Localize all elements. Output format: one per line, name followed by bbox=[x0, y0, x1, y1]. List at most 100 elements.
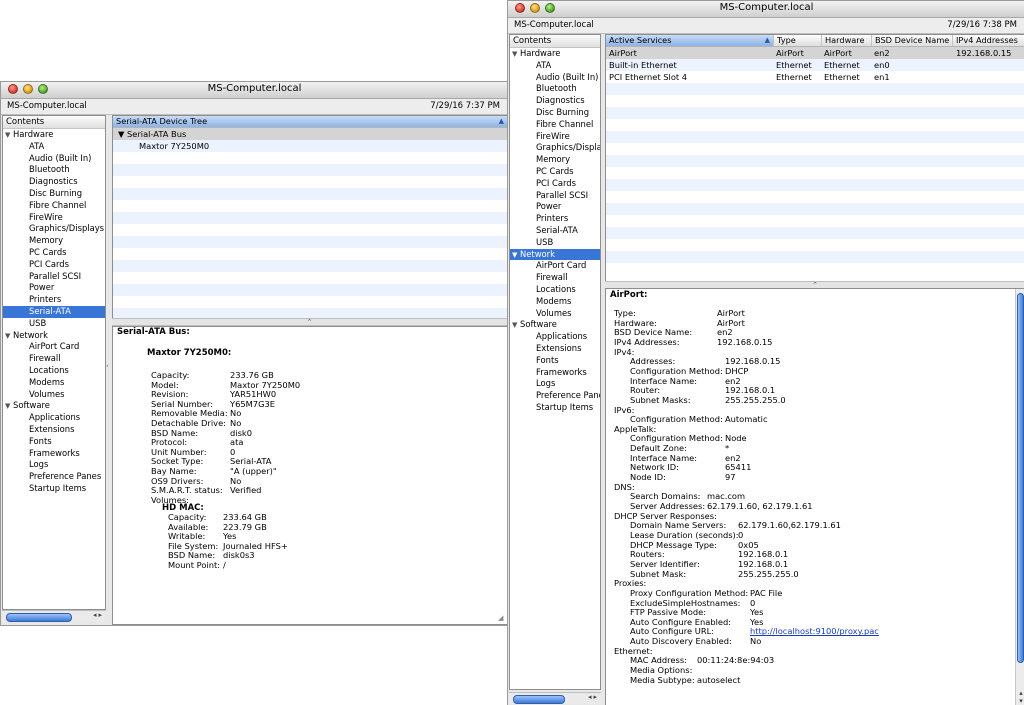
sidebar-item-pci-cards[interactable]: PCI Cards bbox=[3, 259, 105, 271]
sidebar-item-pci-cards[interactable]: PCI Cards bbox=[510, 178, 600, 190]
column-header-type[interactable]: Type bbox=[774, 35, 822, 46]
sidebar-item-label: Fonts bbox=[29, 435, 52, 446]
sidebar-item-locations[interactable]: Locations bbox=[3, 365, 105, 377]
sidebar-item-printers[interactable]: Printers bbox=[3, 294, 105, 306]
disclosure-triangle-icon[interactable]: ▼ bbox=[5, 401, 13, 413]
sidebar-item-memory[interactable]: Memory bbox=[510, 154, 600, 166]
sidebar-item-audio-built-in[interactable]: Audio (Built In) bbox=[510, 72, 600, 84]
sidebar-item-audio-built-in[interactable]: Audio (Built In) bbox=[3, 153, 105, 165]
sidebar-item-bluetooth[interactable]: Bluetooth bbox=[3, 164, 105, 176]
sidebar-item-graphics-displays[interactable]: Graphics/Displays bbox=[3, 223, 105, 235]
service-row[interactable]: Built-in Ethernet Ethernet Ethernet en0 bbox=[606, 59, 1024, 71]
sidebar-item-frameworks[interactable]: Frameworks bbox=[510, 367, 600, 379]
sidebar-item-power[interactable]: Power bbox=[3, 282, 105, 294]
disclosure-triangle-icon[interactable]: ▼ bbox=[512, 250, 520, 262]
sidebar-item-printers[interactable]: Printers bbox=[510, 213, 600, 225]
sidebar-item-diagnostics[interactable]: Diagnostics bbox=[3, 176, 105, 188]
sidebar-item-firewire[interactable]: FireWire bbox=[510, 131, 600, 143]
scroll-thumb[interactable] bbox=[1017, 293, 1024, 663]
sidebar-item-diagnostics[interactable]: Diagnostics bbox=[510, 95, 600, 107]
sidebar-category-software[interactable]: ▼ Software bbox=[3, 400, 105, 412]
sidebar-item-firewall[interactable]: Firewall bbox=[3, 353, 105, 365]
sidebar-item-preference-panes[interactable]: Preference Panes bbox=[510, 390, 600, 402]
sidebar-item-bluetooth[interactable]: Bluetooth bbox=[510, 83, 600, 95]
sidebar-item-preference-panes[interactable]: Preference Panes bbox=[3, 471, 105, 483]
tree-row-device[interactable]: Maxtor 7Y250M0 bbox=[113, 140, 508, 152]
sidebar-item-pc-cards[interactable]: PC Cards bbox=[3, 247, 105, 259]
sidebar-item-memory[interactable]: Memory bbox=[3, 235, 105, 247]
sidebar-item-airport-card[interactable]: AirPort Card bbox=[510, 260, 600, 272]
disclosure-triangle-icon[interactable]: ▼ bbox=[5, 331, 13, 343]
sidebar-item-serial-ata[interactable]: Serial-ATA bbox=[510, 225, 600, 237]
sidebar-item-applications[interactable]: Applications bbox=[3, 412, 105, 424]
sidebar-item-frameworks[interactable]: Frameworks bbox=[3, 448, 105, 460]
sidebar-item-startup-items[interactable]: Startup Items bbox=[510, 402, 600, 414]
sidebar-item-power[interactable]: Power bbox=[510, 201, 600, 213]
sidebar-item-extensions[interactable]: Extensions bbox=[3, 424, 105, 436]
sidebar-item-fibre-channel[interactable]: Fibre Channel bbox=[3, 200, 105, 212]
sidebar-horizontal-scrollbar[interactable]: ◂▸ bbox=[2, 610, 106, 622]
sidebar-item-airport-card[interactable]: AirPort Card bbox=[3, 341, 105, 353]
sidebar-item-volumes[interactable]: Volumes bbox=[510, 308, 600, 320]
scroll-thumb[interactable] bbox=[513, 695, 565, 704]
scroll-arrows-icon[interactable]: ▴ ▾ bbox=[1017, 689, 1024, 705]
title-bar[interactable]: MS-Computer.local bbox=[1, 82, 508, 99]
sidebar-item-graphics-displays[interactable]: Graphics/Displays bbox=[510, 142, 600, 154]
sidebar-category-software[interactable]: ▼ Software bbox=[510, 319, 600, 331]
sidebar-item-firewire[interactable]: FireWire bbox=[3, 212, 105, 224]
scroll-thumb[interactable] bbox=[6, 613, 72, 622]
splitter-handle-icon[interactable]: ‹ bbox=[106, 362, 109, 370]
tree-row-label: Maxtor 7Y250M0 bbox=[139, 141, 210, 151]
sidebar-category-network[interactable]: ▼ Network bbox=[3, 330, 105, 342]
sidebar-item-usb[interactable]: USB bbox=[510, 237, 600, 249]
sidebar-item-ata[interactable]: ATA bbox=[3, 141, 105, 153]
title-bar[interactable]: MS-Computer.local bbox=[508, 1, 1024, 18]
sidebar-item-fonts[interactable]: Fonts bbox=[510, 355, 600, 367]
detail-vertical-scrollbar[interactable]: ▴ ▾ bbox=[1015, 289, 1024, 705]
sidebar-item-extensions[interactable]: Extensions bbox=[510, 343, 600, 355]
disclosure-triangle-icon[interactable]: ▼ bbox=[512, 49, 520, 61]
service-row[interactable]: AirPort AirPort AirPort en2 192.168.0.15 bbox=[606, 47, 1024, 59]
disclosure-triangle-icon[interactable]: ▼ bbox=[512, 320, 520, 332]
sidebar-item-disc-burning[interactable]: Disc Burning bbox=[510, 107, 600, 119]
column-header-hardware[interactable]: Hardware bbox=[822, 35, 872, 46]
sidebar-item-label: Fonts bbox=[536, 354, 559, 365]
sidebar-item-serial-ata[interactable]: Serial-ATA bbox=[3, 305, 105, 318]
sidebar-item-modems[interactable]: Modems bbox=[3, 377, 105, 389]
scroll-arrows-icon[interactable]: ◂▸ bbox=[588, 693, 599, 701]
sidebar-horizontal-scrollbar[interactable]: ◂▸ bbox=[509, 692, 601, 704]
scroll-arrows-icon[interactable]: ◂▸ bbox=[93, 611, 104, 619]
auto-configure-url-link[interactable]: http://localhost:9100/proxy.pac bbox=[750, 627, 879, 637]
sidebar-category-hardware[interactable]: ▼ Hardware bbox=[510, 48, 600, 60]
disclosure-triangle-icon[interactable]: ▼ bbox=[5, 130, 13, 142]
column-header-active-services[interactable]: Active Services ▲ bbox=[606, 35, 774, 46]
disclosure-triangle-icon[interactable]: ▼ bbox=[118, 128, 124, 140]
sidebar-item-modems[interactable]: Modems bbox=[510, 296, 600, 308]
sidebar-item-locations[interactable]: Locations bbox=[510, 284, 600, 296]
service-row[interactable]: PCI Ethernet Slot 4 Ethernet Ethernet en1 bbox=[606, 71, 1024, 83]
column-header-device-tree[interactable]: Serial-ATA Device Tree ▲ bbox=[113, 116, 508, 127]
sidebar-item-ata[interactable]: ATA bbox=[510, 60, 600, 72]
sidebar-item-usb[interactable]: USB bbox=[3, 318, 105, 330]
pane-splitter[interactable]: ⌃ bbox=[112, 318, 507, 326]
empty-row bbox=[606, 95, 1024, 107]
sidebar-item-logs[interactable]: Logs bbox=[510, 378, 600, 390]
sidebar-item-parallel-scsi[interactable]: Parallel SCSI bbox=[3, 271, 105, 283]
sidebar-item-pc-cards[interactable]: PC Cards bbox=[510, 166, 600, 178]
sidebar-item-disc-burning[interactable]: Disc Burning bbox=[3, 188, 105, 200]
sidebar-category-network[interactable]: ▼ Network bbox=[510, 248, 600, 262]
tree-row-bus[interactable]: ▼ Serial-ATA Bus bbox=[113, 128, 508, 140]
sidebar-item-applications[interactable]: Applications bbox=[510, 331, 600, 343]
sidebar-item-firewall[interactable]: Firewall bbox=[510, 272, 600, 284]
sidebar-item-parallel-scsi[interactable]: Parallel SCSI bbox=[510, 190, 600, 202]
sidebar-item-fonts[interactable]: Fonts bbox=[3, 436, 105, 448]
resize-grip-icon[interactable]: ◢ bbox=[498, 614, 506, 622]
column-header-label: Hardware bbox=[825, 35, 865, 45]
sidebar-item-startup-items[interactable]: Startup Items bbox=[3, 483, 105, 495]
sidebar-item-volumes[interactable]: Volumes bbox=[3, 389, 105, 401]
column-header-bsd-device-name[interactable]: BSD Device Name bbox=[872, 35, 953, 46]
column-header-ipv4-addresses[interactable]: IPv4 Addresses bbox=[953, 35, 1024, 46]
sidebar-item-logs[interactable]: Logs bbox=[3, 459, 105, 471]
sidebar-category-hardware[interactable]: ▼ Hardware bbox=[3, 129, 105, 141]
sidebar-item-fibre-channel[interactable]: Fibre Channel bbox=[510, 119, 600, 131]
